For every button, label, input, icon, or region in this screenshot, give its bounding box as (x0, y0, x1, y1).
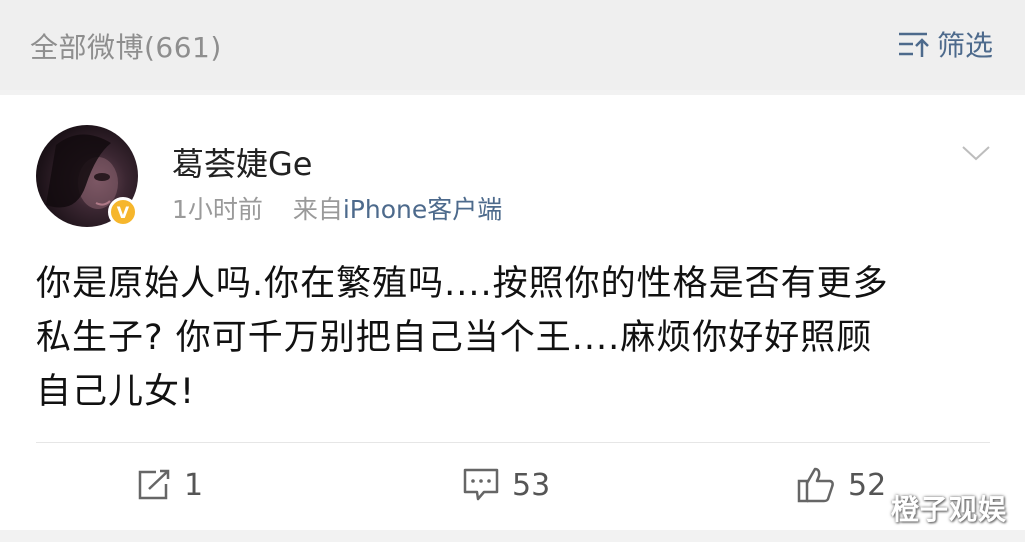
post-text-line: 自己儿女! (36, 372, 196, 412)
comment-icon (463, 468, 499, 501)
post-meta: 1小时前 来自iPhone客户端 (172, 190, 502, 226)
action-bar: 1 53 52 (0, 463, 1025, 507)
verified-badge-icon: V (108, 197, 138, 227)
watermark: 橙子观娱 (890, 493, 1007, 526)
repost-button[interactable]: 1 (136, 463, 203, 507)
filter-label: 筛选 (936, 29, 993, 62)
filter-sort-icon (898, 32, 929, 57)
all-weibo-count-title: 全部微博(661) (30, 31, 222, 64)
weibo-post-card: V 葛荟婕Ge 1小时前 来自iPhone客户端 你是原始人吗.你在繁殖吗...… (0, 95, 1025, 530)
repost-icon (138, 469, 170, 500)
like-count: 52 (848, 467, 887, 503)
thumbs-up-icon (797, 467, 834, 503)
username[interactable]: 葛荟婕Ge (172, 139, 313, 185)
like-button[interactable]: 52 (796, 463, 886, 507)
source-prefix: 来自 (292, 195, 343, 224)
post-text: 你是原始人吗.你在繁殖吗....按照你的性格是否有更多 私生子? 你可千万别把自… (36, 257, 986, 419)
feed-header: 全部微博(661) 筛选 (0, 0, 1025, 90)
post-text-line: 私生子? 你可千万别把自己当个王....麻烦你好好照顾 (36, 318, 873, 358)
divider (36, 442, 990, 443)
avatar[interactable]: V (36, 125, 138, 227)
filter-button[interactable]: 筛选 (897, 26, 993, 62)
repost-count: 1 (184, 467, 204, 503)
comment-button[interactable]: 53 (462, 463, 550, 507)
post-time: 1小时前 (172, 195, 263, 224)
post-text-line: 你是原始人吗.你在繁殖吗....按照你的性格是否有更多 (36, 264, 889, 304)
chevron-down-icon[interactable] (961, 143, 991, 163)
comment-count: 53 (512, 467, 551, 503)
post-source[interactable]: iPhone客户端 (343, 195, 502, 224)
